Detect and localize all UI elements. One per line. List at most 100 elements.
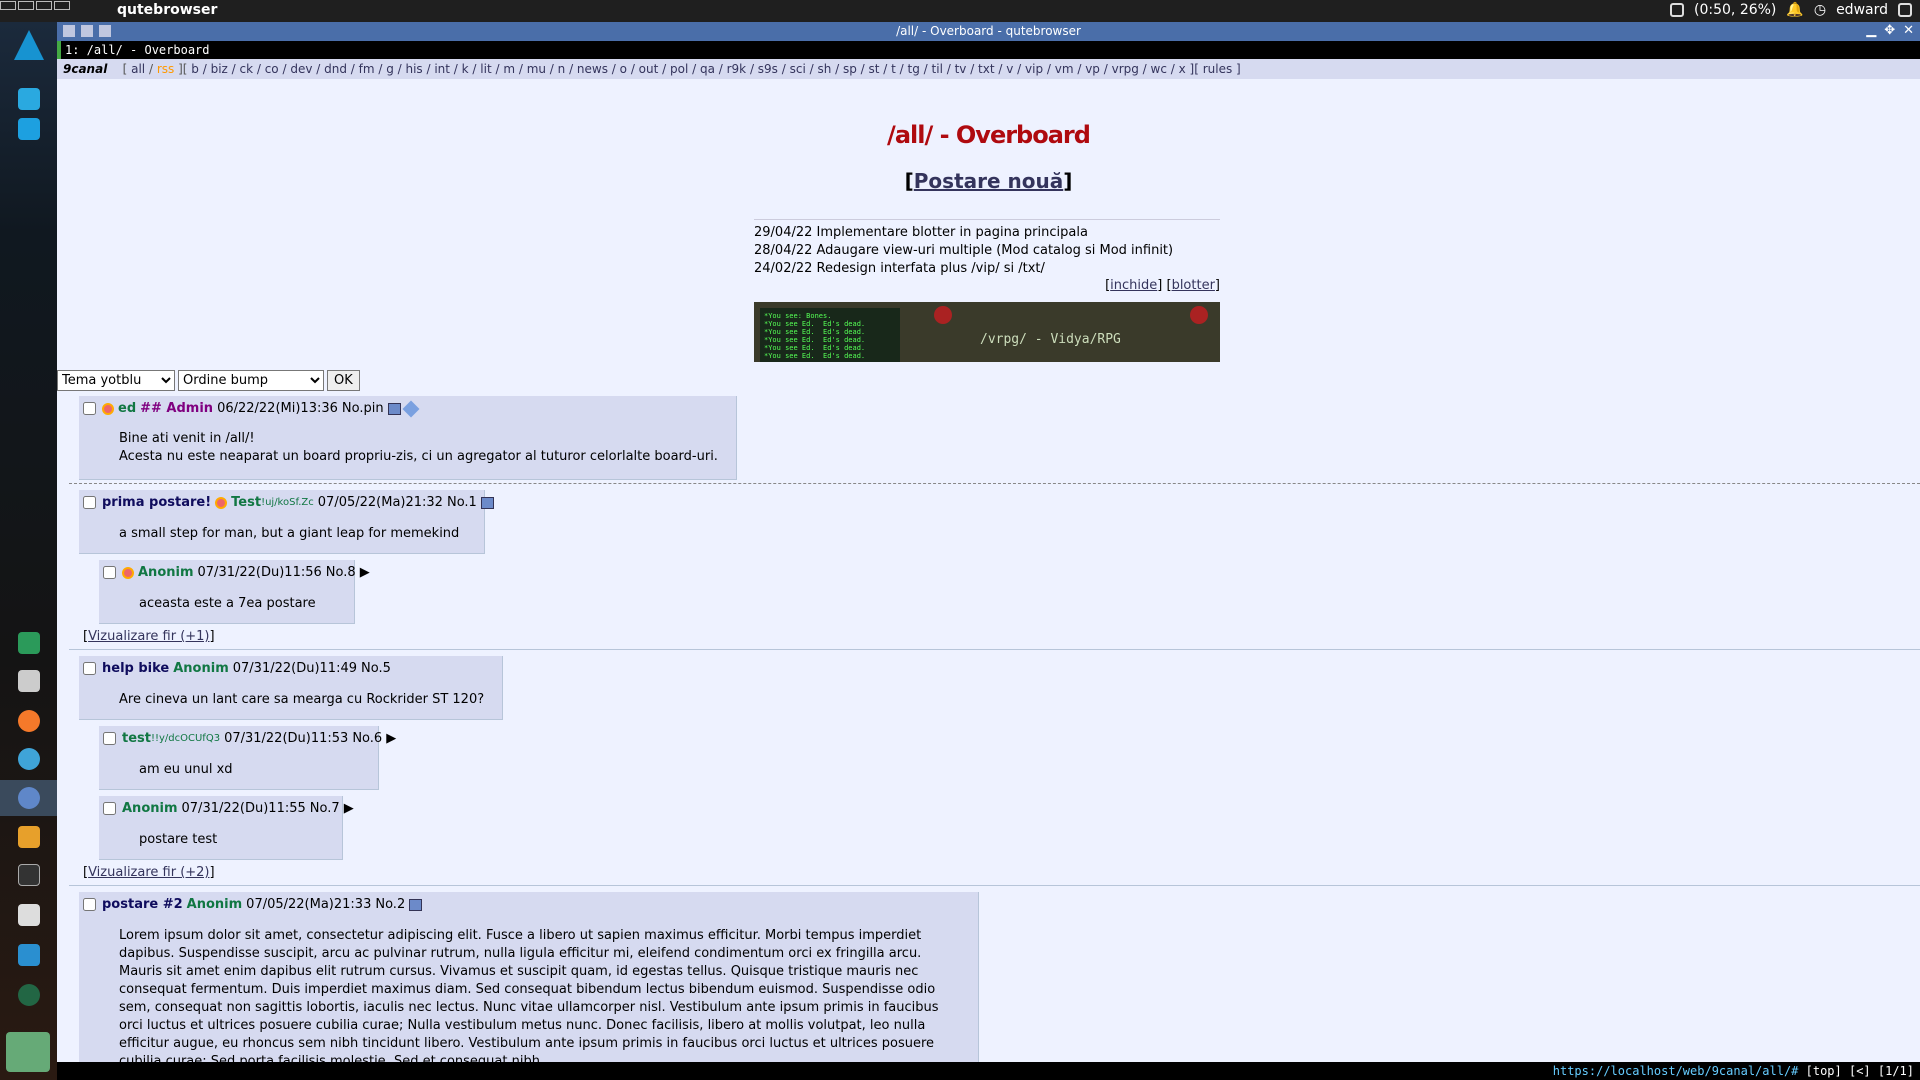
post-number[interactable]: No.6 ▶ — [352, 731, 396, 746]
close-icon[interactable]: ✕ — [1903, 23, 1914, 38]
trash-icon[interactable] — [6, 1032, 50, 1072]
post-checkbox[interactable] — [103, 732, 116, 745]
post-checkbox[interactable] — [83, 898, 96, 911]
board-link-all[interactable]: all — [131, 62, 145, 76]
file-icon[interactable] — [480, 496, 494, 509]
status-bar: https://localhost/web/9canal/all/# [top]… — [57, 1062, 1920, 1080]
clock-icon[interactable]: ◷ — [1814, 2, 1826, 18]
post-text: Acesta nu este neaparat un board propriu… — [119, 449, 718, 464]
neovim-icon[interactable] — [18, 632, 40, 654]
post-checkbox[interactable] — [103, 802, 116, 815]
workspace-switcher[interactable] — [0, 1, 70, 10]
post-date: 07/31/22(Du)11:55 — [181, 801, 306, 816]
post-text: aceasta este a 7ea postare — [139, 596, 316, 611]
window-icon[interactable] — [18, 904, 40, 926]
post-number[interactable]: No.5 — [361, 661, 391, 676]
reply-post: Anonim 07/31/22(Du)11:56 No.8 ▶ aceasta … — [99, 560, 370, 624]
window-title: /all/ - Overboard - qutebrowser — [896, 24, 1081, 38]
new-post-button[interactable]: Postare nouă — [914, 169, 1063, 193]
window-titlebar: /all/ - Overboard - qutebrowser ▁ ✥ ✕ — [57, 22, 1920, 41]
lock-icon[interactable] — [18, 984, 40, 1006]
thread-separator — [69, 649, 1920, 650]
file-icon[interactable] — [387, 402, 401, 415]
post-date: 07/31/22(Du)11:53 — [224, 731, 349, 746]
post-body: Bine ati venit in /all/! Acesta nu este … — [119, 430, 718, 466]
blender-icon[interactable] — [18, 710, 40, 732]
post-number[interactable]: No.7 ▶ — [310, 801, 354, 816]
atom-icon[interactable] — [18, 748, 40, 770]
file-icon[interactable] — [409, 898, 423, 911]
ok-button[interactable]: OK — [327, 370, 360, 391]
grid-menu-icon[interactable] — [1898, 3, 1912, 17]
active-app-title: qutebrowser — [117, 2, 218, 18]
post-number[interactable]: No.1 — [447, 495, 477, 510]
reply-post: test !!y/dcOCUfQ3 07/31/22(Du)11:53 No.6 … — [99, 726, 396, 790]
poster-name: Anonim — [186, 897, 243, 912]
poster-name: Anonim — [173, 661, 229, 676]
user-name[interactable]: edward — [1836, 2, 1888, 18]
order-select[interactable]: Ordine bump — [178, 370, 324, 391]
web-page: 9canal [ all / rss ][ b / biz / ck / co … — [57, 59, 1920, 1063]
post-date: 07/31/22(Du)11:56 — [197, 565, 322, 580]
notification-bell-icon[interactable]: 🔔 — [1786, 2, 1803, 18]
tripcode: !uj/koSf.Zc — [261, 497, 314, 508]
board-banner[interactable]: *You see: Bones. *You see Ed. Ed's dead.… — [754, 302, 1220, 362]
post-checkbox[interactable] — [83, 662, 96, 675]
post-text: Are cineva un lant care sa mearga cu Roc… — [119, 692, 485, 707]
blotter: 29/04/22 Implementare blotter in pagina … — [754, 219, 1220, 278]
desktop-top-bar: qutebrowser (0:50, 26%) 🔔 ◷ edward — [0, 0, 1920, 22]
post-checkbox[interactable] — [103, 566, 116, 579]
rules-link[interactable]: ][ rules ] — [1190, 62, 1241, 76]
blotter-entry: 28/04/22 Adaugare view-uri multiple (Mod… — [754, 243, 1174, 258]
browser-window: /all/ - Overboard - qutebrowser ▁ ✥ ✕ 1:… — [57, 22, 1920, 1080]
maximize-icon[interactable]: ✥ — [1884, 23, 1895, 38]
blotter-entry: 24/02/22 Redesign interfata plus /vip/ s… — [754, 261, 1045, 276]
blotter-close-link[interactable]: inchide — [1110, 278, 1157, 293]
remote-desktop-icon[interactable] — [18, 944, 40, 966]
post-number[interactable]: No.2 — [375, 897, 405, 912]
board-title: /all/ - Overboard — [887, 121, 1091, 149]
view-thread-link[interactable]: Vizualizare fir (+1) — [88, 629, 209, 644]
board-list: 9canal [ all / rss ][ b / biz / ck / co … — [57, 59, 1920, 79]
view-thread-link[interactable]: Vizualizare fir (+2) — [88, 865, 209, 880]
board-links[interactable]: b / biz / ck / co / dev / dnd / fm / g /… — [191, 62, 1185, 76]
view-thread: [Vizualizare fir (+2)] — [83, 865, 215, 880]
blotter-link[interactable]: blotter — [1172, 278, 1215, 293]
blotter-entry: 29/04/22 Implementare blotter in pagina … — [754, 225, 1088, 240]
thread-separator — [69, 885, 1920, 886]
poster-name: Anonim — [122, 801, 178, 816]
network-icon[interactable] — [1670, 3, 1685, 17]
terminal-icon[interactable] — [18, 864, 40, 886]
banner-screen-text: *You see: Bones. *You see Ed. Ed's dead.… — [760, 308, 900, 362]
op-post: postare #2 Anonim 07/05/22(Ma)21:33 No.2… — [79, 892, 979, 1063]
pinned-post: ed ## Admin 06/22/22(Mi)13:36 No.pin Bin… — [79, 396, 737, 480]
tripcode: !!y/dcOCUfQ3 — [150, 733, 221, 744]
rss-link[interactable]: rss — [157, 62, 174, 76]
post-checkbox[interactable] — [83, 496, 96, 509]
poster-name: ed — [118, 401, 137, 416]
minimize-icon[interactable]: ▁ — [1866, 23, 1876, 38]
arch-logo-icon[interactable] — [14, 30, 44, 60]
post-date: 07/05/22(Ma)21:32 — [317, 495, 443, 510]
admin-flag-icon — [102, 402, 114, 415]
country-flag-icon — [215, 496, 228, 509]
banner-knob — [934, 306, 952, 324]
apps-launcher-icon[interactable] — [18, 88, 40, 110]
tools-icon[interactable] — [18, 118, 40, 140]
poster-name: test — [122, 731, 151, 746]
theme-select[interactable]: Tema yotblu — [57, 370, 175, 391]
boardlist-bracket: ][ — [178, 62, 188, 76]
post-checkbox[interactable] — [83, 402, 96, 415]
image-viewer-icon[interactable] — [18, 670, 40, 692]
post-subject: prima postare! — [102, 495, 212, 510]
archive-icon[interactable] — [18, 826, 40, 848]
pin-icon — [402, 400, 420, 417]
site-logo[interactable]: 9canal — [63, 62, 107, 76]
post-number[interactable]: No.pin — [342, 401, 384, 416]
banner-knob — [1190, 306, 1208, 324]
battery-status[interactable]: (0:50, 26%) — [1694, 2, 1776, 18]
tab-active[interactable]: 1: /all/ - Overboard — [65, 43, 210, 57]
poster-name: Anonim — [138, 565, 194, 580]
post-number[interactable]: No.8 ▶ — [326, 565, 370, 580]
qutebrowser-icon[interactable] — [18, 787, 40, 809]
